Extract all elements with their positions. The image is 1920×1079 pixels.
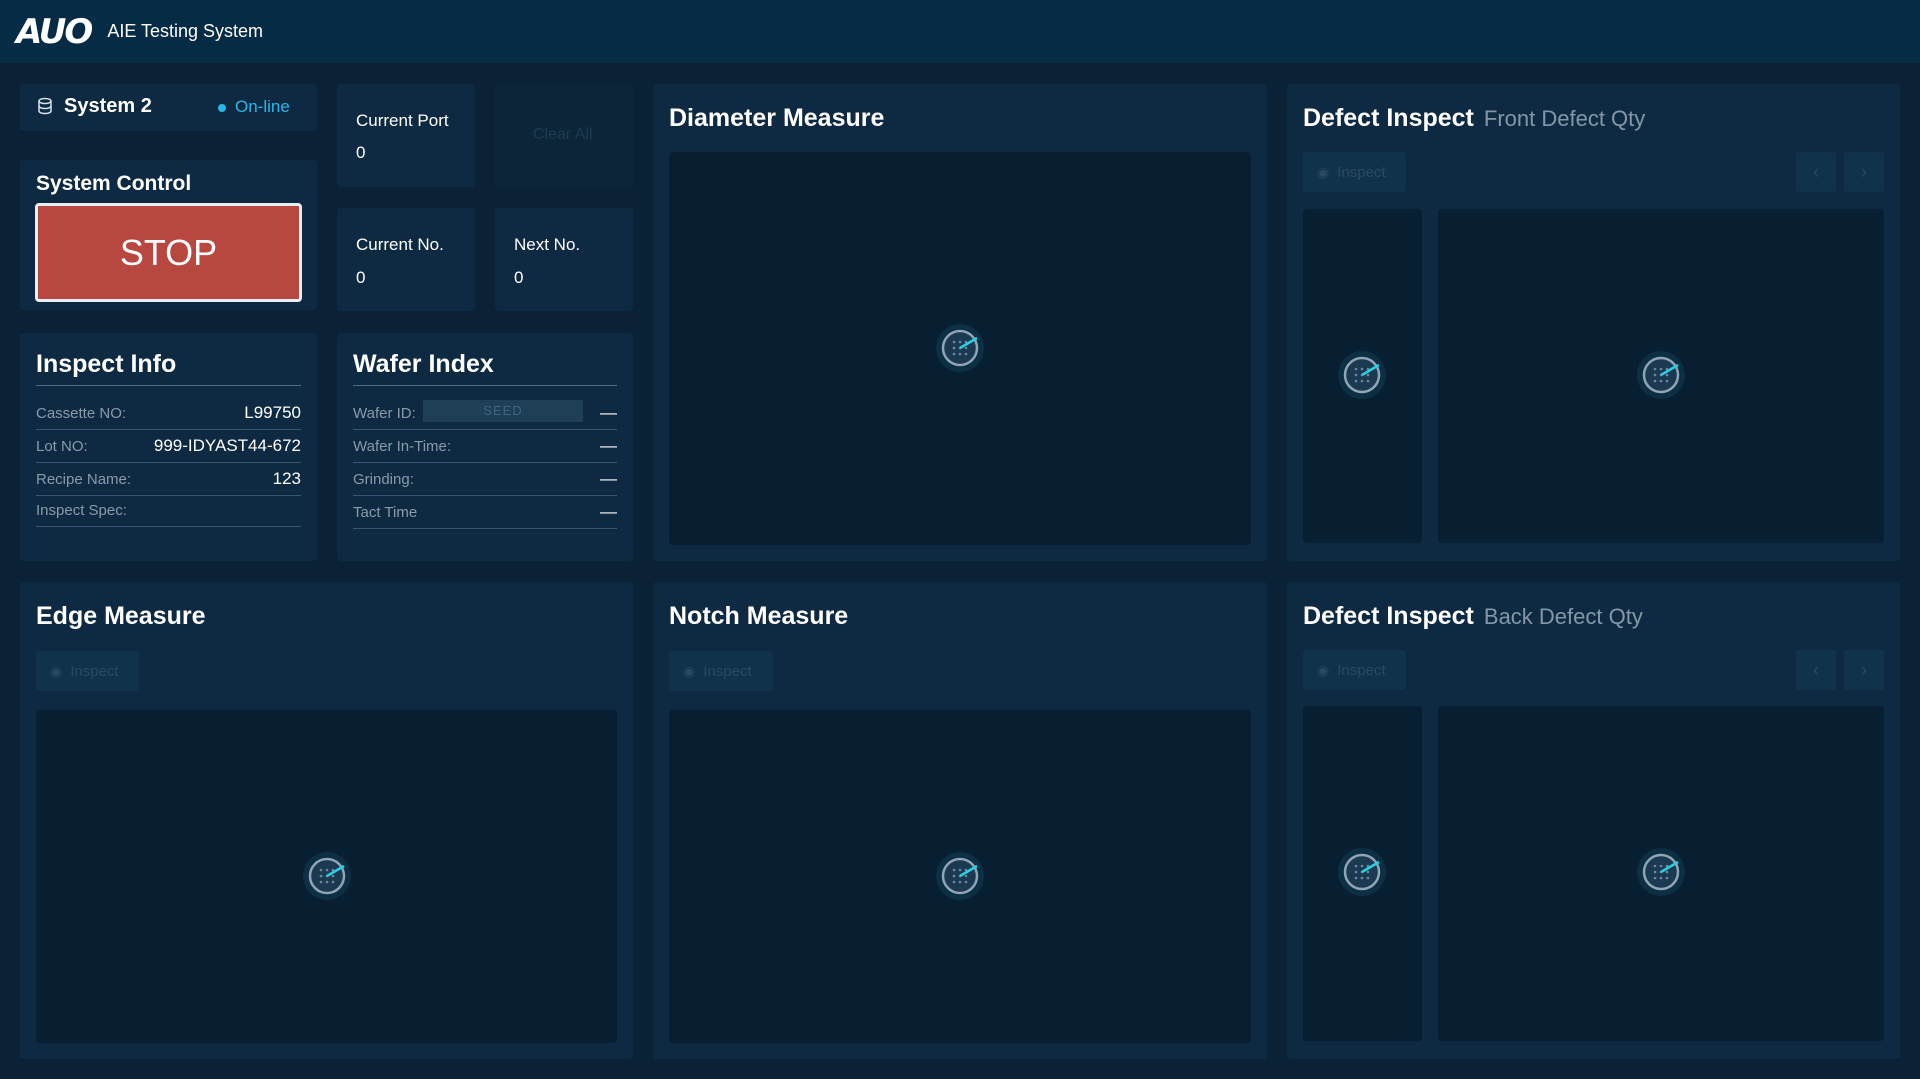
chevron-right-icon: › (1861, 161, 1867, 182)
wafer-loading-icon (1338, 351, 1386, 399)
defect-front-title-text: Defect Inspect (1303, 104, 1474, 132)
edge-title: Edge Measure (36, 602, 206, 630)
wafer-label: Wafer ID: (353, 404, 416, 422)
clear-all-label: Clear All (533, 126, 593, 143)
info-value: 123 (272, 469, 301, 488)
defect-back-prev-button[interactable]: ‹ (1796, 650, 1836, 690)
system-control-title: System Control (36, 172, 192, 195)
current-no-value: 0 (356, 268, 366, 287)
info-label: Cassette NO: (36, 404, 127, 422)
wafer-loading-icon (303, 852, 351, 900)
current-port-card: Current Port 0 (337, 84, 475, 187)
info-label: Lot NO: (36, 437, 88, 455)
wafer-loading-icon (936, 852, 984, 900)
defect-back-title: Defect Inspect Back Defect Qty (1303, 602, 1643, 631)
info-row-recipe: Recipe Name: 123 (36, 463, 301, 496)
info-label: Inspect Spec: (36, 501, 127, 519)
info-row-spec: Inspect Spec: (36, 494, 301, 527)
inspect-label: Inspect (70, 662, 119, 680)
next-no-value: 0 (514, 268, 524, 287)
defect-back-title-text: Defect Inspect (1303, 602, 1474, 630)
inspect-info-title: Inspect Info (36, 350, 177, 378)
notch-inspect-button[interactable]: ◉ Inspect (669, 651, 773, 691)
current-port-label: Current Port (356, 111, 449, 130)
wafer-label: Tact Time (353, 503, 418, 521)
wafer-row-tact-time: Tact Time — (353, 496, 617, 529)
wafer-value: — (600, 403, 617, 422)
info-value: 999-IDYAST44-672 (153, 436, 301, 455)
wafer-value: — (600, 469, 617, 488)
inspect-info-divider (36, 385, 301, 386)
wafer-loading-icon (1637, 848, 1685, 896)
chevron-left-icon: ‹ (1813, 161, 1819, 182)
info-label: Recipe Name: (36, 470, 132, 488)
edge-inspect-button[interactable]: ◉ Inspect (36, 651, 139, 691)
system-name: System 2 (64, 95, 152, 117)
wafer-value: — (600, 436, 617, 455)
current-no-label: Current No. (356, 235, 444, 254)
eye-icon: ◉ (50, 662, 63, 679)
wafer-row-in-time: Wafer In-Time: — (353, 430, 617, 463)
wafer-label: Grinding: (353, 470, 414, 488)
defect-front-subtitle: Front Defect Qty (1483, 106, 1646, 131)
next-no-card: Next No. 0 (495, 208, 633, 311)
wafer-row-grinding: Grinding: — (353, 463, 617, 496)
status-dot (218, 104, 226, 112)
inspect-label: Inspect (1337, 661, 1386, 679)
top-bar: AUO AIE Testing System (0, 0, 1920, 63)
wafer-label: Wafer In-Time: (353, 437, 452, 455)
database-icon (36, 97, 54, 120)
inspect-label: Inspect (703, 662, 752, 680)
wafer-value: — (600, 502, 617, 521)
defect-back-subtitle: Back Defect Qty (1483, 604, 1643, 629)
info-row-lot: Lot NO: 999-IDYAST44-672 (36, 430, 301, 463)
chevron-left-icon: ‹ (1813, 659, 1819, 680)
company-logo: AUO (16, 11, 93, 52)
status-text: On-line (235, 97, 290, 116)
wafer-index-divider (353, 385, 617, 386)
diameter-title: Diameter Measure (669, 104, 885, 132)
current-no-card: Current No. 0 (337, 208, 475, 311)
wafer-loading-icon (1338, 848, 1386, 896)
inspect-label: Inspect (1337, 163, 1386, 181)
current-port-value: 0 (356, 143, 366, 162)
next-no-label: Next No. (514, 235, 581, 254)
defect-front-title: Defect Inspect Front Defect Qty (1303, 104, 1645, 133)
app-title: AIE Testing System (107, 21, 264, 41)
stop-button[interactable]: STOP (35, 203, 302, 302)
wafer-id-chip: SEED (423, 400, 583, 422)
eye-icon: ◉ (683, 662, 696, 679)
wafer-index-title: Wafer Index (353, 350, 494, 378)
notch-title: Notch Measure (669, 602, 849, 630)
chevron-right-icon: › (1861, 659, 1867, 680)
info-row-cassette: Cassette NO: L99750 (36, 397, 301, 430)
eye-icon: ◉ (1317, 661, 1330, 678)
clear-all-button[interactable]: Clear All (495, 84, 633, 187)
wafer-loading-icon (936, 324, 984, 372)
info-value: L99750 (244, 403, 301, 422)
defect-front-inspect-button[interactable]: ◉ Inspect (1303, 152, 1406, 192)
defect-back-next-button[interactable]: › (1844, 650, 1884, 690)
defect-front-prev-button[interactable]: ‹ (1796, 152, 1836, 192)
system-status-panel: System 2 On-line (20, 84, 317, 131)
wafer-loading-icon (1637, 351, 1685, 399)
eye-icon: ◉ (1317, 163, 1330, 180)
defect-back-inspect-button[interactable]: ◉ Inspect (1303, 650, 1406, 690)
defect-front-next-button[interactable]: › (1844, 152, 1884, 192)
